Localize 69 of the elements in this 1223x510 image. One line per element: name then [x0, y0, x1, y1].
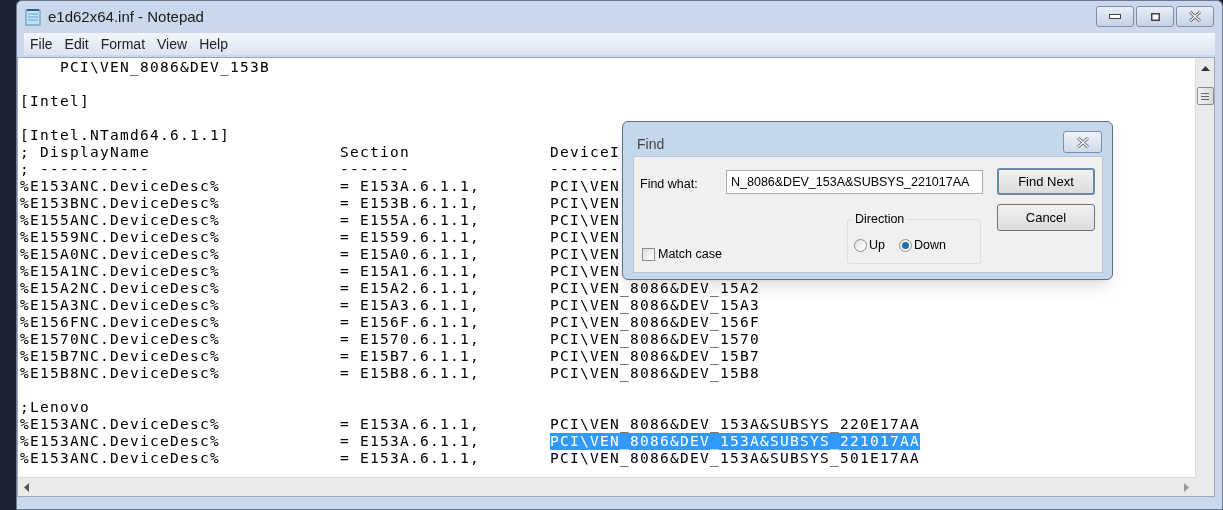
- text-cell: %E153ANC.DeviceDesc%: [20, 450, 220, 467]
- find-what-label: Find what:: [640, 176, 698, 193]
- text-cell: = E1570.6.1.1,: [340, 331, 480, 348]
- text-cell: %E153BNC.DeviceDesc%: [20, 195, 220, 212]
- text-cell: %E1570NC.DeviceDesc%: [20, 331, 220, 348]
- text-cell: = E15A0.6.1.1,: [340, 246, 480, 263]
- find-what-field[interactable]: N_8086&DEV_153A&SUBSYS_221017AA: [726, 170, 983, 194]
- text-cell: PCI\VEN: [550, 212, 620, 229]
- menu-item[interactable]: File: [24, 33, 59, 55]
- text-cell: %E15A0NC.DeviceDesc%: [20, 246, 220, 263]
- text-cell: PCI\VEN_8086&DEV_15B7: [550, 348, 760, 365]
- text-cell: = E153A.6.1.1,: [340, 416, 480, 433]
- text-cell: %E15B7NC.DeviceDesc%: [20, 348, 220, 365]
- text-cell: -------: [340, 161, 410, 178]
- text-cell: %E15A1NC.DeviceDesc%: [20, 263, 220, 280]
- text-cell: %E15B8NC.DeviceDesc%: [20, 365, 220, 382]
- text-cell: PCI\VEN: [550, 195, 620, 212]
- menu-item[interactable]: View: [151, 33, 194, 55]
- text-cell: PCI\VEN: [550, 263, 620, 280]
- text-cell: = E1559.6.1.1,: [340, 229, 480, 246]
- text-cell: = E15B8.6.1.1,: [340, 365, 480, 382]
- text-cell: = E153A.6.1.1,: [340, 433, 480, 450]
- text-cell: = E156F.6.1.1,: [340, 314, 480, 331]
- text-cell: = E15A1.6.1.1,: [340, 263, 480, 280]
- text-cell: PCI\VEN_8086&DEV_153A&SUBSYS_220E17AA: [550, 416, 920, 433]
- text-line: ;Lenovo: [20, 399, 90, 416]
- text-cell: PCI\VEN_8086&DEV_156F: [550, 314, 760, 331]
- text-cell: ; DisplayName: [20, 144, 150, 161]
- text-cell: %E153ANC.DeviceDesc%: [20, 416, 220, 433]
- text-cell: PCI\VEN_8086&DEV_1570: [550, 331, 760, 348]
- text-cell: ; -----------: [20, 161, 150, 178]
- text-cell: PCI\VEN: [550, 229, 620, 246]
- radio-label[interactable]: Up: [869, 236, 885, 255]
- text-cell: = E15B7.6.1.1,: [340, 348, 480, 365]
- text-line: PCI\VEN_8086&DEV_153B: [59, 59, 270, 76]
- text-cell: PCI\VEN_8086&DEV_153A&SUBSYS_221017AA: [550, 433, 920, 450]
- cancel-button[interactable]: Cancel: [997, 204, 1095, 231]
- text-cell: PCI\VEN: [550, 246, 620, 263]
- text-cell: %E156FNC.DeviceDesc%: [20, 314, 220, 331]
- text-cell: %E1559NC.DeviceDesc%: [20, 229, 220, 246]
- dialog-title: Find: [637, 135, 665, 154]
- menu-item[interactable]: Help: [193, 33, 234, 55]
- text-cell: = E153A.6.1.1,: [340, 450, 480, 467]
- text-cell: = E153B.6.1.1,: [340, 195, 480, 212]
- text-cell: %E15A2NC.DeviceDesc%: [20, 280, 220, 297]
- find-next-button[interactable]: Find Next: [997, 168, 1095, 195]
- text-cell: Section: [340, 144, 410, 161]
- menu-item[interactable]: Edit: [58, 33, 95, 55]
- text-cell: = E15A2.6.1.1,: [340, 280, 480, 297]
- text-cell: = E155A.6.1.1,: [340, 212, 480, 229]
- text-cell: PCI\VEN_8086&DEV_15A2: [550, 280, 760, 297]
- text-cell: PCI\VEN_8086&DEV_15A3: [550, 297, 760, 314]
- text-cell: %E15A3NC.DeviceDesc%: [20, 297, 220, 314]
- radio-label[interactable]: Down: [914, 236, 946, 255]
- menu-item[interactable]: Format: [94, 33, 152, 55]
- text-cell: DeviceI: [550, 144, 620, 161]
- text-line: [Intel]: [20, 93, 90, 110]
- text-cell: PCI\VEN_8086&DEV_153A&SUBSYS_501E17AA: [550, 450, 920, 467]
- text-cell: PCI\VEN: [550, 178, 620, 195]
- match-case-label[interactable]: Match case: [658, 245, 722, 264]
- text-cell: = E15A3.6.1.1,: [340, 297, 480, 314]
- text-line: [Intel.NTamd64.6.1.1]: [20, 127, 230, 144]
- text-cell: %E153ANC.DeviceDesc%: [20, 433, 220, 450]
- text-cell: %E155ANC.DeviceDesc%: [20, 212, 220, 229]
- text-cell: PCI\VEN_8086&DEV_15B8: [550, 365, 760, 382]
- text-cell: = E153A.6.1.1,: [340, 178, 480, 195]
- window-title: e1d62x64.inf - Notepad: [48, 6, 204, 27]
- text-cell: %E153ANC.DeviceDesc%: [20, 178, 220, 195]
- text-cell: -------: [550, 161, 620, 178]
